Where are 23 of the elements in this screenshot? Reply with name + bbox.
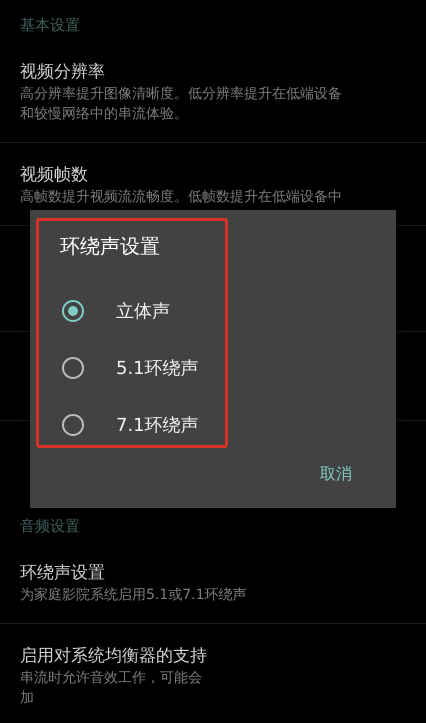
setting-description: 串流时允许音效工作，可能会 xyxy=(20,669,203,688)
setting-title: 视频帧数 xyxy=(20,164,89,187)
radio-button[interactable] xyxy=(62,414,84,436)
radio-button[interactable] xyxy=(62,356,84,378)
setting-title: 环绕声设置 xyxy=(20,562,106,585)
section-header: 基本设置 xyxy=(19,15,81,36)
setting-description: 加 xyxy=(20,689,35,708)
option-label[interactable]: 5.1环绕声 xyxy=(116,356,199,380)
option-label[interactable]: 7.1环绕声 xyxy=(116,412,199,436)
setting-title: 视频分辨率 xyxy=(20,61,106,84)
setting-description: 为家庭影院系统启用5.1或7.1环绕声 xyxy=(20,586,248,605)
setting-description: 高分辨率提升图像清晰度。低分辨率提升在低端设备 xyxy=(20,85,343,104)
dialog-title: 环绕声设置 xyxy=(60,233,160,260)
settings-row[interactable]: 环绕声设置 为家庭影院系统启用5.1或7.1环绕声 xyxy=(0,541,426,624)
setting-description: 高帧数提升视频流流畅度。低帧数提升在低端设备中 xyxy=(20,188,343,207)
option-label[interactable]: 立体声 xyxy=(116,298,170,322)
radio-button[interactable] xyxy=(62,300,84,322)
setting-description: 和较慢网络中的串流体验。 xyxy=(20,105,189,124)
setting-title: 启用对系统均衡器的支持 xyxy=(20,645,208,668)
settings-row[interactable]: 启用对系统均衡器的支持 串流时允许音效工作，可能会 加 xyxy=(0,624,426,723)
settings-row[interactable]: 视频分辨率 高分辨率提升图像清晰度。低分辨率提升在低端设备 和较慢网络中的串流体验。 xyxy=(0,40,426,143)
cancel-button[interactable]: 取消 xyxy=(312,460,360,489)
section-header: 音频设置 xyxy=(19,516,81,537)
